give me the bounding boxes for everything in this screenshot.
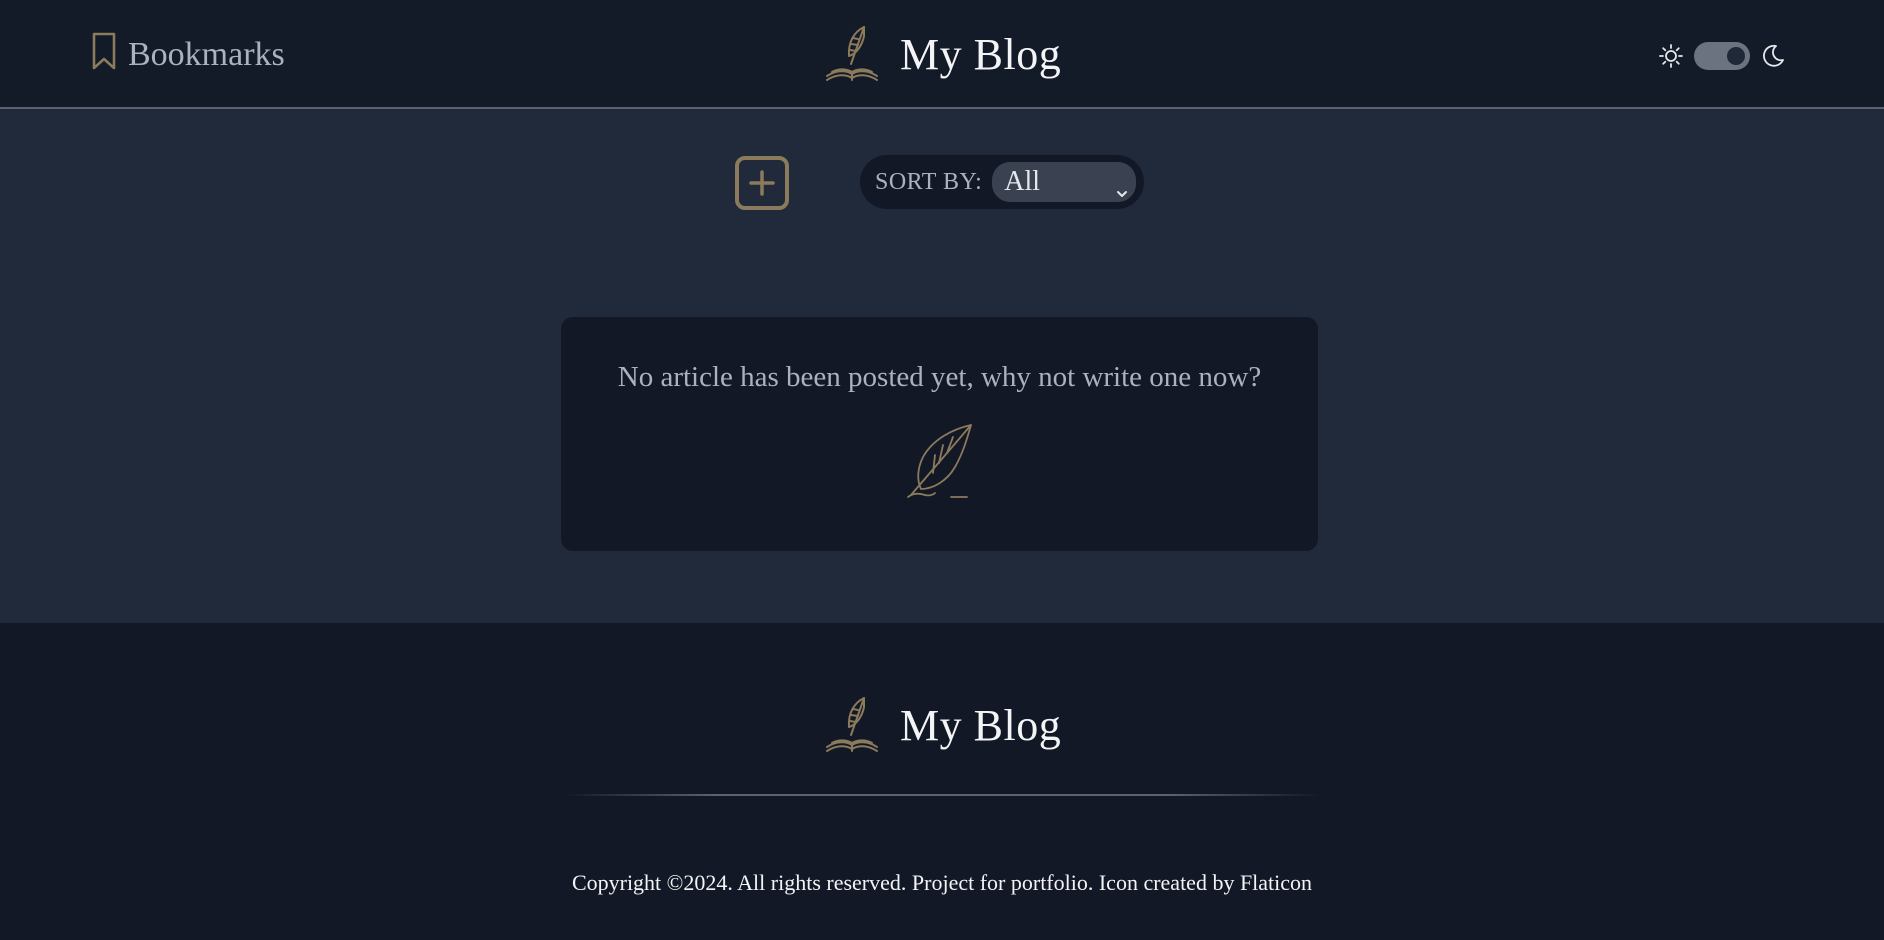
brand-title: My Blog	[900, 29, 1062, 79]
sort-selected-value: All	[1004, 166, 1041, 197]
sort-control: SORT BY: All	[860, 155, 1144, 209]
moon-icon	[1760, 43, 1786, 69]
empty-state-card: No article has been posted yet, why not …	[561, 317, 1318, 551]
footer-brand: My Blog	[824, 695, 1061, 755]
sort-label: SORT BY:	[875, 168, 983, 195]
bookmarks-label: Bookmarks	[128, 36, 285, 73]
plus-icon	[746, 167, 778, 199]
quill-icon[interactable]	[903, 423, 975, 499]
bookmark-icon	[90, 31, 118, 80]
quill-book-icon	[824, 24, 880, 84]
quill-book-icon	[824, 695, 880, 755]
footer-brand-title: My Blog	[900, 700, 1062, 750]
sun-icon	[1658, 43, 1684, 69]
theme-toggle[interactable]	[1694, 42, 1750, 70]
sort-select[interactable]: All	[992, 162, 1137, 202]
theme-switcher	[1658, 40, 1786, 72]
copyright-text: Copyright ©2024. All rights reserved. Pr…	[571, 870, 1313, 895]
chevron-down-icon	[1116, 176, 1128, 197]
bookmarks-link[interactable]: Bookmarks	[90, 32, 285, 78]
toggle-knob	[1727, 47, 1745, 65]
header-brand[interactable]: My Blog	[824, 24, 1061, 84]
empty-state-message: No article has been posted yet, why not …	[617, 361, 1262, 393]
site-footer: My Blog Copyright ©2024. All rights rese…	[0, 623, 1884, 940]
add-article-button[interactable]	[735, 156, 789, 210]
site-header: Bookmarks My Blog	[0, 0, 1884, 109]
footer-divider	[564, 794, 1320, 796]
